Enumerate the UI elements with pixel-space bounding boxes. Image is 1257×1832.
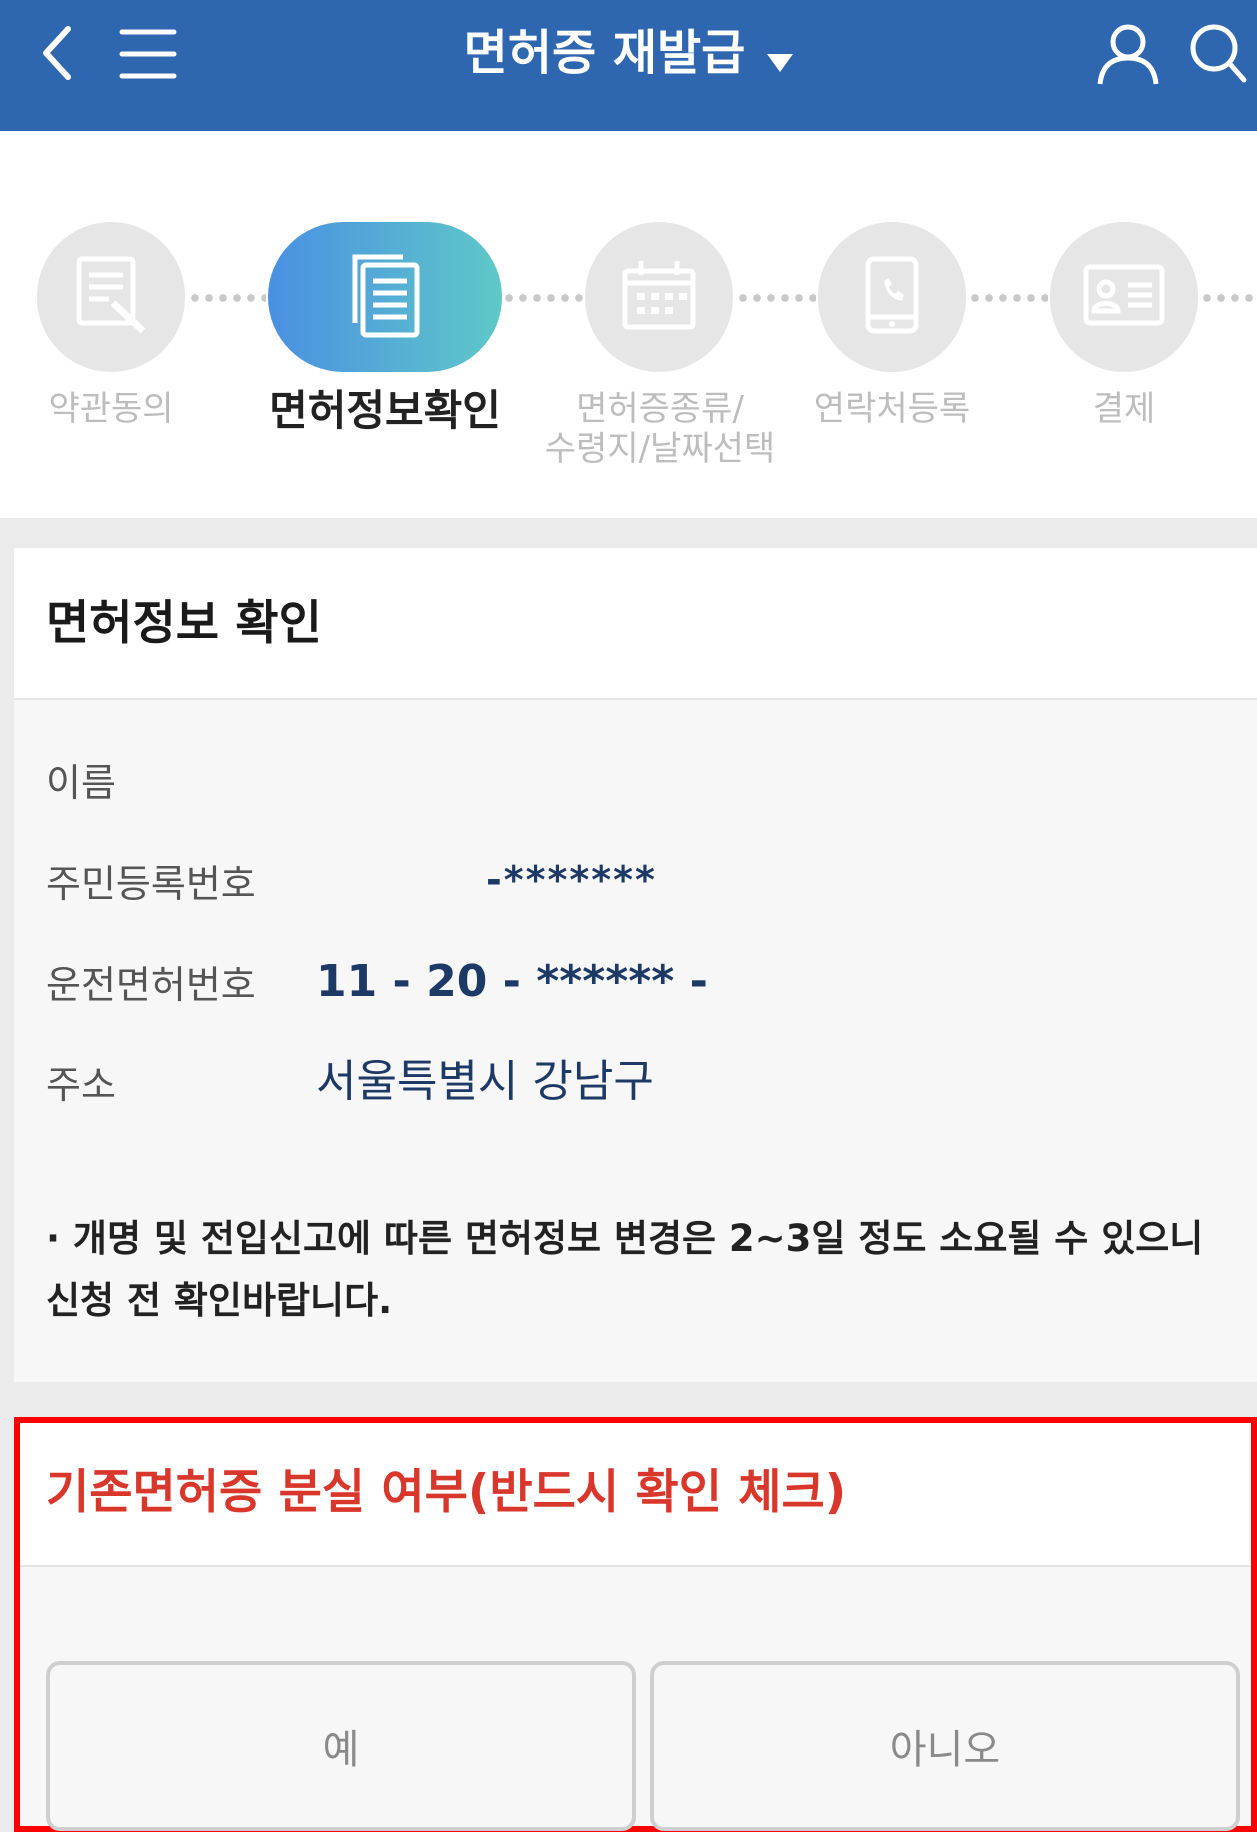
step-terms [37,222,185,372]
lost-license-header: 기존면허증 분실 여부(반드시 확인 체크) [20,1423,1251,1567]
user-icon[interactable] [1096,22,1160,90]
step-license-info [268,222,502,372]
lost-license-title: 기존면허증 분실 여부(반드시 확인 체크) [46,1465,847,1520]
search-icon[interactable] [1188,22,1248,90]
step-contact [818,222,966,372]
dropdown-caret-icon [767,23,794,89]
calendar-icon [619,257,699,337]
id-card-icon [1082,263,1166,331]
step-payment [1050,222,1198,372]
phone-icon [862,255,922,339]
step-type-date [585,222,733,372]
resident-number-value: -******* [486,858,657,902]
license-info-body: 이름 주민등록번호 -******* 운전면허번호 11 - 20 - ****… [14,700,1257,1382]
license-number-value: 11 - 20 - ****** - [316,956,708,1007]
step-connector [1200,294,1257,302]
notice-text: · 개명 및 전입신고에 따른 면허정보 변경은 2~3일 정도 소요될 수 있… [46,1217,1204,1322]
step-label-terms: 약관동의 [48,389,174,429]
step-label-payment: 결제 [1092,389,1156,429]
name-label: 이름 [46,761,116,805]
app-header: 면허증 재발급 [0,0,1257,131]
resident-number-label: 주민등록번호 [46,862,256,906]
document-edit-icon [69,253,153,341]
license-info-title: 면허정보 확인 [46,596,322,651]
license-number-label: 운전면허번호 [46,963,256,1007]
step-connector [502,294,584,302]
address-label: 주소 [46,1063,116,1107]
page-title-text: 면허증 재발급 [463,25,746,81]
step-label-contact: 연락처등록 [813,389,971,429]
step-label-type-date: 면허증종류/ 수령지/날짜선택 [544,389,776,469]
step-connector [188,294,266,302]
page-title[interactable]: 면허증 재발급 [0,20,1257,89]
no-button[interactable]: 아니오 [650,1661,1240,1831]
step-connector [968,294,1048,302]
license-info-header: 면허정보 확인 [14,548,1257,700]
yes-button[interactable]: 예 [46,1661,636,1831]
step-label-license-info: 면허정보확인 [269,386,501,435]
step-connector [736,294,816,302]
document-copy-icon [347,251,423,343]
lost-license-section: 기존면허증 분실 여부(반드시 확인 체크) 예 아니오 [14,1417,1257,1832]
address-value: 서울특별시 강남구 [316,1056,654,1107]
step-indicator: 약관동의 면허정보확인 면허증종류/ 수령지/날짜선택 연락처등록 결제 [0,131,1257,518]
